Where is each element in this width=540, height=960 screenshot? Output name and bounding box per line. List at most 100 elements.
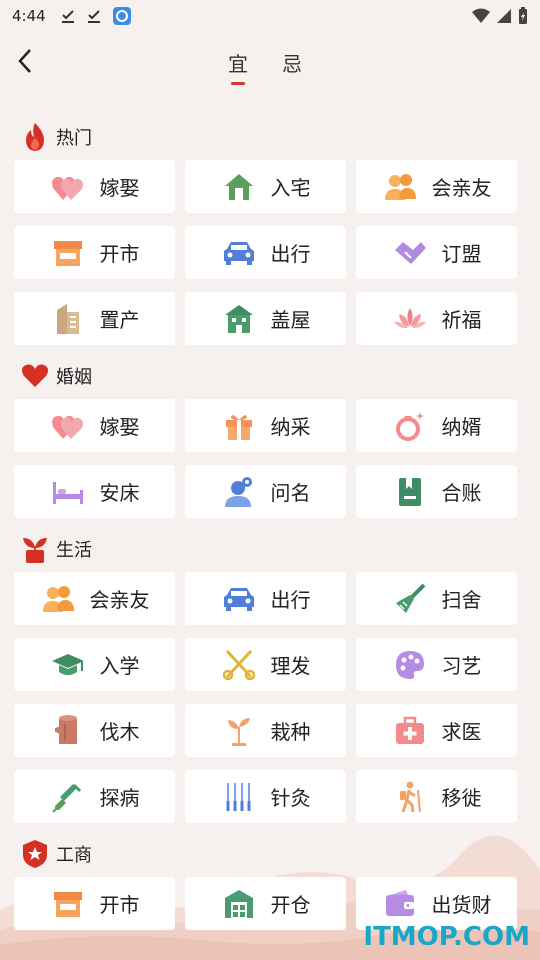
item-huiqinyou[interactable]: 会亲友 [14,572,175,625]
construction-icon [221,301,257,337]
ledger-icon [392,474,428,510]
item-label: 探病 [99,786,140,810]
tab-ji[interactable]: 忌 [282,48,302,85]
scissors-icon [221,647,257,683]
item-qiuyi[interactable]: 求医 [356,704,517,757]
download-done-icon [87,10,100,23]
fire-icon [20,122,50,152]
battery-icon [519,7,527,24]
tab-yi[interactable]: 宜 [228,48,248,85]
item-chuxing[interactable]: 出行 [185,572,346,625]
item-label: 嫁娶 [99,415,140,439]
item-jiaqu[interactable]: 嫁娶 [14,160,175,213]
item-label: 出行 [270,588,311,612]
header: 宜 忌 [0,36,540,92]
back-button[interactable] [10,44,40,78]
item-huiqinyou[interactable]: 会亲友 [356,160,517,213]
shop-icon [50,235,86,271]
house-icon [221,169,257,205]
back-arrow-icon [18,49,31,73]
section-grid-life: 会亲友 出行 扫舍 入学 理发 习艺 伐木 栽种 求医 探病 针灸 移徙 [0,568,540,835]
hiker-icon [392,779,428,815]
item-xiyi[interactable]: 习艺 [356,638,517,691]
handshake-icon [392,235,428,271]
car-icon [221,581,257,617]
item-label: 栽种 [270,720,311,744]
item-label: 出货财 [431,893,492,917]
item-famu[interactable]: 伐木 [14,704,175,757]
item-ruxue[interactable]: 入学 [14,638,175,691]
item-saoshe[interactable]: 扫舍 [356,572,517,625]
needles-icon [221,779,257,815]
item-zhichan[interactable]: 置产 [14,292,175,345]
section-title-hot: 热门 [0,118,540,156]
section-title-life: 生活 [0,530,540,568]
item-label: 习艺 [441,654,482,678]
item-label: 纳采 [270,415,311,439]
app-notification-icon [112,7,131,25]
tab-bar: 宜 忌 [228,48,302,85]
section-title-business: 工商 [0,835,540,873]
item-zaizhong[interactable]: 栽种 [185,704,346,757]
item-yixi[interactable]: 移徙 [356,770,517,823]
wallet-icon [382,886,418,922]
status-notification-icons [60,6,132,26]
medkit-icon [392,713,428,749]
item-label: 会亲友 [89,588,150,612]
item-label: 安床 [99,481,140,505]
item-kaishi[interactable]: 开市 [14,226,175,279]
item-label: 问名 [270,481,311,505]
section-title-label: 生活 [56,540,92,561]
signal-icon [497,9,511,23]
item-naxu[interactable]: 纳婿 [356,399,517,452]
item-label: 出行 [270,242,311,266]
item-label: 入宅 [270,176,311,200]
section-grid-hot: 嫁娶 入宅 会亲友 开市 出行 订盟 置产 盖屋 祈福 [0,156,540,357]
item-jiaqu[interactable]: 嫁娶 [14,399,175,452]
watermark: ITMOP.COM [363,922,530,952]
broom-icon [392,581,428,617]
item-tanbing[interactable]: 探病 [14,770,175,823]
seedling-icon [221,713,257,749]
item-dingmeng[interactable]: 订盟 [356,226,517,279]
ring-icon [392,408,428,444]
log-icon [50,713,86,749]
item-label: 嫁娶 [99,176,140,200]
item-chuxing[interactable]: 出行 [185,226,346,279]
item-label: 移徙 [441,786,482,810]
content: 热门 嫁娶 入宅 会亲友 开市 出行 订盟 置产 盖屋 祈福 婚姻 嫁娶 纳采 … [0,118,540,942]
item-qifu[interactable]: 祈福 [356,292,517,345]
item-anchuang[interactable]: 安床 [14,465,175,518]
status-bar: 4:44 [0,0,540,32]
item-wenming[interactable]: 问名 [185,465,346,518]
item-label: 盖屋 [270,308,311,332]
download-done-icon [61,10,74,23]
item-label: 开市 [99,893,140,917]
item-label: 求医 [441,720,482,744]
sprout-icon [20,534,50,564]
item-gaiwu[interactable]: 盖屋 [185,292,346,345]
item-hezhang[interactable]: 合账 [356,465,517,518]
section-title-marriage: 婚姻 [0,357,540,395]
item-nacai[interactable]: 纳采 [185,399,346,452]
friends-icon [382,169,418,205]
section-title-label: 工商 [56,845,92,866]
item-zhenjiu[interactable]: 针灸 [185,770,346,823]
shop-icon [50,886,86,922]
item-label: 伐木 [99,720,140,744]
item-label: 合账 [441,481,482,505]
car-icon [221,235,257,271]
item-kaicang[interactable]: 开仓 [185,877,346,930]
bed-icon [50,474,86,510]
item-label: 纳婿 [441,415,482,439]
heart-icon [20,361,50,391]
item-kaishi[interactable]: 开市 [14,877,175,930]
section-title-label: 热门 [56,128,92,149]
item-label: 置产 [99,308,140,332]
section-title-label: 婚姻 [56,367,92,388]
warehouse-icon [221,886,257,922]
item-label: 订盟 [441,242,482,266]
item-ruzhai[interactable]: 入宅 [185,160,346,213]
item-label: 开仓 [270,893,311,917]
item-lifa[interactable]: 理发 [185,638,346,691]
